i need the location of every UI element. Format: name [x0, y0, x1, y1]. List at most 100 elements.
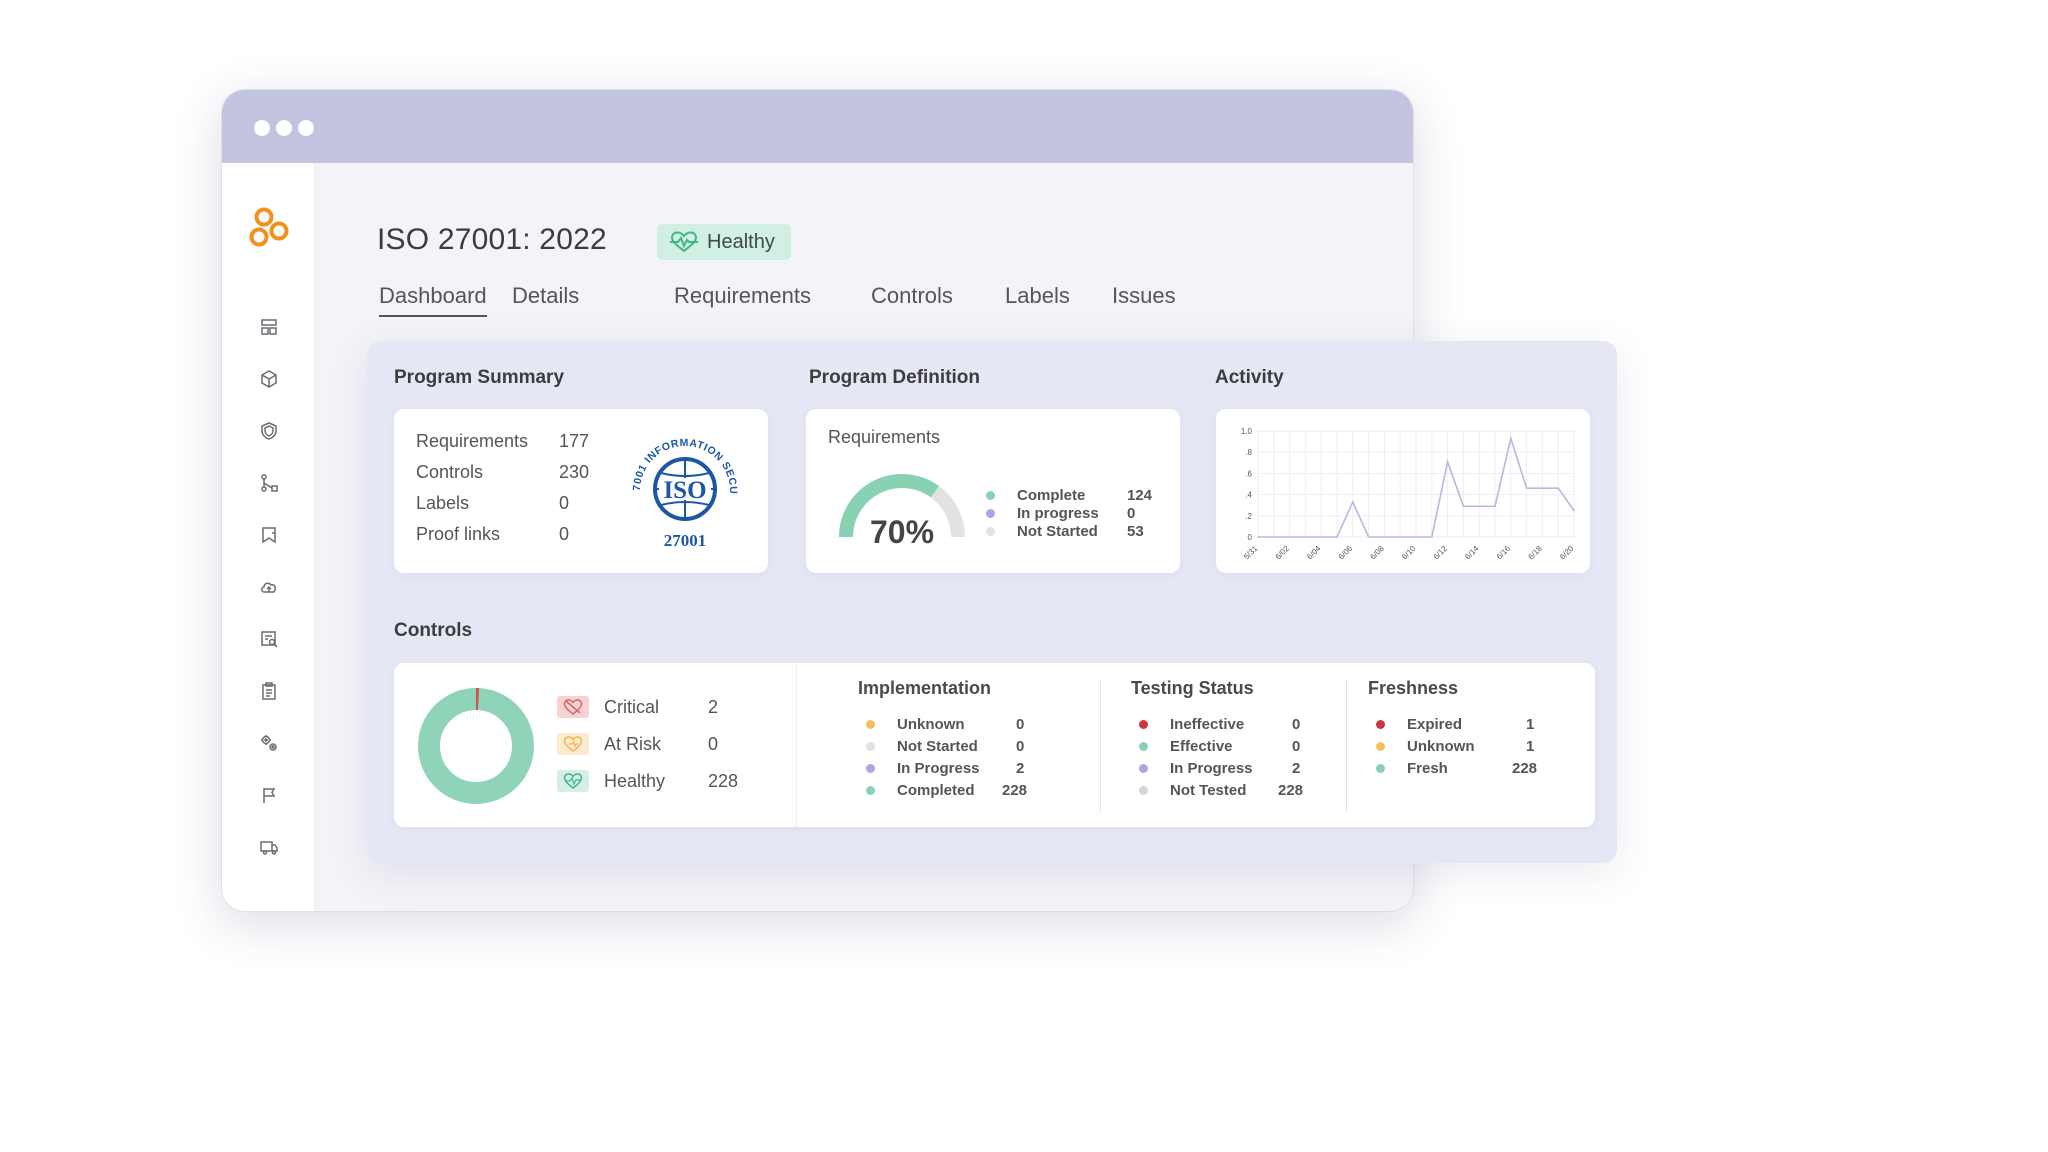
legend-dot [986, 491, 995, 500]
activity-data-point [1557, 487, 1559, 490]
controls-title: Controls [394, 620, 473, 641]
page-title: ISO 27001: 2022 [377, 223, 607, 256]
donut-healthy-slice [418, 688, 534, 804]
activity-data-point [1541, 487, 1544, 490]
legend-complete: Complete 124 [986, 487, 1152, 504]
legend-value: 0 [1292, 738, 1301, 755]
legend-label: Ineffective [1170, 716, 1245, 733]
y-tick-label: 0 [1248, 533, 1253, 542]
legend-label: Not Started [897, 738, 978, 755]
activity-data-point [1462, 505, 1465, 508]
legend-value: 124 [1127, 487, 1153, 504]
legend-label: Effective [1170, 738, 1233, 755]
window-dot[interactable] [298, 120, 314, 136]
window-dot[interactable] [254, 120, 270, 136]
state-label: Healthy [604, 770, 666, 791]
tab-issues[interactable]: Issues [1112, 283, 1176, 315]
state-value: 228 [708, 770, 739, 791]
activity-data-point [1367, 536, 1370, 538]
legend-value: 0 [1127, 505, 1136, 522]
summary-label: Requirements [416, 431, 529, 451]
summary-label: Proof links [416, 524, 501, 544]
bookmark-icon[interactable] [259, 525, 279, 545]
freshness-row: Expired 1 [1376, 716, 1534, 733]
implementation-title: Implementation [858, 678, 992, 698]
shield-icon[interactable] [259, 421, 279, 441]
x-tick-label: 6/08 [1368, 544, 1386, 562]
legend-dot [866, 786, 875, 795]
activity-data-point [1478, 505, 1480, 508]
activity-line-chart: 1.0 .8 .6 .4 .2 0 5/31 6/02 6/04 6/06 6/08 6/10 6/12… [1241, 427, 1576, 562]
tab-details[interactable]: Details [512, 283, 579, 315]
state-label: Critical [604, 696, 660, 717]
activity-title: Activity [1215, 367, 1284, 388]
x-tick-label: 6/18 [1526, 544, 1544, 562]
app-logo[interactable] [249, 206, 291, 250]
truck-icon[interactable] [259, 837, 279, 857]
legend-value: 228 [1512, 760, 1538, 777]
activity-data-point [1415, 536, 1417, 538]
program-summary-card: Requirements 177 Controls 230 Labels 0 P… [394, 409, 768, 573]
legend-label: Not Started [1017, 523, 1098, 540]
legend-dot [986, 527, 995, 536]
program-definition-title: Program Definition [809, 367, 981, 388]
summary-label: Labels [416, 493, 470, 513]
program-definition-card: Requirements 70% Complete 124 In progres… [806, 409, 1180, 573]
cloud-upload-icon[interactable] [259, 577, 279, 597]
tab-dashboard[interactable]: Dashboard [379, 283, 487, 317]
implementation-row: Completed 228 [866, 782, 1027, 799]
legend-dot [1139, 764, 1148, 773]
state-at-risk: At Risk 0 [557, 732, 718, 756]
y-tick-label: .6 [1245, 469, 1252, 478]
legend-not-started: Not Started 53 [986, 523, 1144, 540]
dashboard-icon[interactable] [259, 317, 279, 337]
controls-donut-chart [418, 688, 534, 804]
heartbeat-icon [670, 231, 698, 253]
window-dot[interactable] [276, 120, 292, 136]
broken-heart-icon [557, 696, 589, 718]
summary-value: 177 [559, 431, 590, 451]
legend-label: Unknown [1407, 738, 1475, 755]
gears-icon[interactable] [259, 733, 279, 753]
heart-icon [557, 733, 589, 755]
summary-value: 230 [559, 462, 590, 482]
status-badge: Healthy [657, 224, 791, 260]
legend-value: 1 [1526, 738, 1535, 755]
legend-dot [986, 509, 995, 518]
testing-row: Ineffective 0 [1139, 716, 1300, 733]
legend-dot [866, 742, 875, 751]
activity-data-point [1288, 536, 1291, 538]
legend-dot [1139, 786, 1148, 795]
legend-label: Not Tested [1170, 782, 1247, 799]
activity-data-point [1399, 536, 1401, 538]
activity-data-point [1431, 536, 1433, 538]
legend-value: 0 [1292, 716, 1301, 733]
freshness-row: Unknown 1 [1376, 738, 1534, 755]
summary-label: Controls [416, 462, 484, 482]
x-tick-label: 6/02 [1274, 544, 1292, 562]
package-icon[interactable] [259, 369, 279, 389]
tab-labels[interactable]: Labels [1005, 283, 1070, 315]
workflow-icon[interactable] [259, 473, 279, 493]
report-search-icon[interactable] [259, 629, 279, 649]
testing-row: Not Tested 228 [1139, 782, 1303, 799]
legend-value: 2 [1016, 760, 1025, 777]
tab-controls[interactable]: Controls [871, 283, 953, 315]
legend-value: 2 [1292, 760, 1301, 777]
activity-data-point [1336, 536, 1338, 538]
activity-data-point [1383, 536, 1386, 538]
legend-label: Completed [897, 782, 975, 799]
x-tick-label: 6/10 [1400, 544, 1418, 562]
legend-value: 228 [1278, 782, 1304, 799]
iso-center-text: ISO [663, 477, 706, 504]
activity-data-point [1573, 509, 1575, 512]
clipboard-icon[interactable] [259, 681, 279, 701]
legend-value: 0 [1016, 738, 1025, 755]
testing-row: Effective 0 [1139, 738, 1300, 755]
freshness-title: Freshness [1368, 678, 1459, 698]
flag-icon[interactable] [259, 785, 279, 805]
activity-data-point [1304, 536, 1307, 538]
x-tick-label: 5/31 [1242, 544, 1260, 562]
tab-requirements[interactable]: Requirements [674, 283, 811, 315]
y-tick-label: .4 [1245, 491, 1252, 500]
